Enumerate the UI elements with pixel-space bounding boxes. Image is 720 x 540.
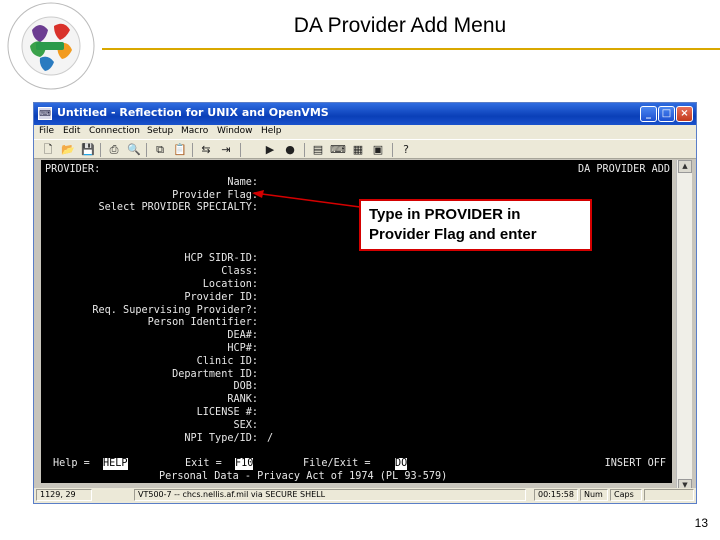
vertical-scrollbar[interactable]: ▲ ▼ [676, 160, 692, 493]
field-provider-id: Provider ID: [184, 292, 258, 303]
toolbar-separator [392, 143, 393, 157]
display-icon[interactable]: ▦ [350, 142, 366, 157]
close-button[interactable]: × [676, 106, 693, 122]
connection-status: VT500-7 -- chcs.nellis.af.mil via SECURE… [134, 489, 526, 501]
menu-help[interactable]: Help [261, 126, 282, 136]
record-icon[interactable]: ● [282, 142, 298, 157]
num-lock-indicator: Num [580, 489, 608, 501]
window-titlebar[interactable]: ⌨ Untitled - Reflection for UNIX and Ope… [34, 103, 696, 125]
terminal-header-left: PROVIDER: [45, 164, 101, 175]
exit-label: Exit = [185, 458, 222, 469]
scroll-up-icon[interactable]: ▲ [678, 160, 692, 173]
toolbar-separator [100, 143, 101, 157]
file-exit-label: File/Exit = [303, 458, 371, 469]
caps-lock-indicator: Caps [610, 489, 642, 501]
file-exit-key[interactable]: DO [395, 458, 408, 470]
instruction-callout: Type in PROVIDER in Provider Flag and en… [359, 199, 592, 251]
terminal-window: ⌨ Untitled - Reflection for UNIX and Ope… [33, 102, 697, 504]
play-icon[interactable]: ▶ [262, 142, 278, 157]
toolbar-separator [146, 143, 147, 157]
menu-macro[interactable]: Macro [181, 126, 208, 136]
insert-mode: INSERT OFF [604, 458, 666, 469]
field-rank: RANK: [227, 394, 258, 405]
terminal-app-icon: ⌨ [38, 107, 52, 120]
connect-icon[interactable]: ⇆ [198, 142, 214, 157]
maximize-button[interactable]: □ [658, 106, 675, 122]
disconnect-icon[interactable]: ⇥ [218, 142, 234, 157]
keyboard-icon[interactable]: ⌨ [330, 142, 346, 157]
window-title: Untitled - Reflection for UNIX and OpenV… [57, 106, 329, 119]
field-location: Location: [202, 279, 258, 290]
new-document-icon[interactable]: 🗋 [40, 142, 56, 157]
field-name: Name: [227, 177, 258, 188]
menu-edit[interactable]: Edit [63, 126, 80, 136]
find-icon[interactable]: 🔍 [126, 142, 142, 157]
open-folder-icon[interactable]: 📂 [60, 142, 76, 157]
toolbar-separator [240, 143, 241, 157]
menu-bar: File Edit Connection Setup Macro Window … [34, 125, 696, 139]
toolbar-separator [304, 143, 305, 157]
status-bar: 1129, 29 VT500-7 -- chcs.nellis.af.mil v… [34, 488, 696, 503]
settings-icon[interactable]: ▤ [310, 142, 326, 157]
menu-connection[interactable]: Connection [89, 126, 140, 136]
npi-type-id-value[interactable]: / [267, 433, 273, 445]
help-label: Help = [53, 458, 90, 469]
field-dob: DOB: [233, 381, 258, 392]
menu-file[interactable]: File [39, 126, 54, 136]
print-icon[interactable]: ⎙ [106, 142, 122, 157]
copy-icon[interactable]: ⧉ [152, 142, 168, 157]
slide-title: DA Provider Add Menu [293, 14, 507, 37]
slide-number: 13 [694, 516, 708, 530]
field-department-id: Department ID: [172, 369, 258, 380]
field-provider-flag: Provider Flag: [172, 190, 258, 201]
field-hcp: HCP#: [227, 343, 258, 354]
field-hcp-sidr-id: HCP SIDR-ID: [184, 253, 258, 264]
privacy-notice: Personal Data - Privacy Act of 1974 (PL … [159, 471, 448, 482]
status-spare-cell [644, 489, 694, 501]
session-timer: 00:15:58 [534, 489, 578, 501]
menu-window[interactable]: Window [217, 126, 253, 136]
save-icon[interactable]: 💾 [80, 142, 96, 157]
field-person-identifier: Person Identifier: [147, 317, 258, 328]
header-rule [102, 48, 720, 50]
field-req-supervising-provider: Req. Supervising Provider?: [92, 305, 258, 316]
toolbar-separator [192, 143, 193, 157]
field-dea: DEA#: [227, 330, 258, 341]
field-clinic-id: Clinic ID: [196, 356, 258, 367]
help-icon[interactable]: ? [398, 142, 414, 157]
minimize-button[interactable]: _ [640, 106, 657, 122]
field-provider-specialty: Select PROVIDER SPECIALTY: [98, 202, 258, 213]
display-icon[interactable]: ▣ [370, 142, 386, 157]
exit-key[interactable]: F10 [235, 458, 254, 470]
field-class: Class: [221, 266, 258, 277]
terminal-header-right: DA PROVIDER ADD [577, 164, 670, 175]
menu-setup[interactable]: Setup [147, 126, 173, 136]
field-npi-type-id: NPI Type/ID: [184, 433, 258, 444]
help-key[interactable]: HELP [103, 458, 128, 470]
field-license: LICENSE #: [196, 407, 258, 418]
conference-logo [7, 2, 95, 90]
paste-icon[interactable]: 📋 [172, 142, 188, 157]
field-sex: SEX: [233, 420, 258, 431]
toolbar: 🗋 📂 💾 ⎙ 🔍 ⧉ 📋 ⇆ ⇥ ▶ ● ▤ ⌨ ▦ ▣ ? [34, 139, 696, 159]
cursor-position: 1129, 29 [36, 489, 92, 501]
callout-arrow [252, 190, 361, 208]
